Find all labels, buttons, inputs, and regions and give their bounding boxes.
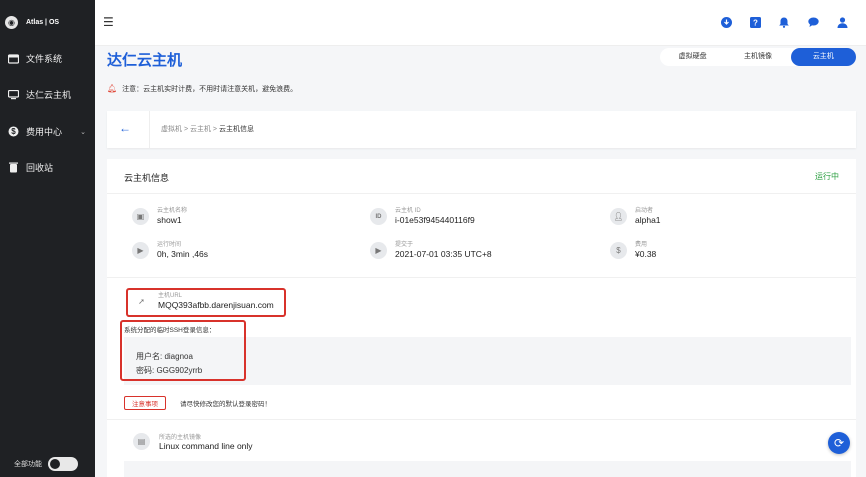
folder-icon (8, 53, 19, 64)
id-icon: ID (370, 208, 387, 225)
chevron-down-icon: ⌄ (80, 128, 86, 136)
sidebar-item-label: 达仁云主机 (26, 90, 72, 100)
help-icon[interactable]: ? (749, 16, 761, 28)
field-label: 提交于 (395, 242, 414, 248)
field-value: show1 (157, 215, 182, 225)
image-icon: ▣ (132, 208, 149, 225)
field-host-name: ▣ 云主机名称 show1 (132, 207, 187, 226)
sidebar-item-label: 文件系统 (26, 54, 63, 64)
user-icon: 👤︎ (610, 208, 627, 225)
tab-cloud-host[interactable]: 云主机 (790, 48, 856, 66)
atlas-logo-icon: ◉ (5, 16, 18, 29)
tab-host-image[interactable]: 主机镜像 (725, 48, 790, 66)
card-title: 云主机信息 (124, 173, 170, 183)
field-value: Linux command line only (159, 441, 253, 451)
field-cost: $ 费用 ¥0.38 (610, 241, 656, 260)
monitor-icon (8, 89, 19, 100)
field-label: 云主机 ID (395, 208, 421, 214)
url-highlight-box (126, 288, 286, 317)
notice-button[interactable]: 注意事项 (124, 396, 166, 410)
field-host-image: ▤ 所选的主机镜像 Linux command line only (133, 432, 253, 451)
svg-text:?: ? (753, 18, 758, 27)
image-detail-box (124, 461, 851, 477)
field-value: alpha1 (635, 215, 661, 225)
all-features-toggle[interactable] (48, 457, 78, 471)
breadcrumb-vm[interactable]: 虚拟机 (161, 126, 182, 133)
divider (107, 419, 856, 420)
field-label: 运行时间 (157, 242, 182, 248)
refresh-icon[interactable]: ⟳ (828, 432, 850, 454)
svg-text:$: $ (11, 127, 16, 136)
host-info-card: 云主机信息 运行中 ▣ 云主机名称 show1 ID 云主机 ID i-01e5… (107, 159, 856, 477)
sidebar-item-cloud-host[interactable]: 达仁云主机 (8, 88, 90, 101)
field-host-id: ID 云主机 ID i-01e53f945440116f9 (370, 207, 475, 226)
divider (107, 193, 856, 194)
bell-icon[interactable] (778, 16, 790, 28)
sidebar-item-label: 回收站 (26, 163, 54, 173)
sidebar-item-billing[interactable]: $ 费用中心 ⌄ (8, 125, 90, 138)
sidebar: ◉ Atlas | OS 文件系统 达仁云主机 $ 费用中心 ⌄ 回收站 全部功… (0, 0, 95, 477)
sidebar-item-recycle-bin[interactable]: 回收站 (8, 161, 90, 174)
main-content: 达仁云主机 虚拟硬盘 主机镜像 云主机 🔔︎ 注意：云主机实时计费，不用时请注意… (95, 46, 866, 477)
field-label: 费用 (635, 242, 648, 248)
field-label: 所选的主机镜像 (159, 435, 202, 441)
user-icon[interactable] (836, 16, 848, 28)
field-launcher: 👤︎ 启动者 alpha1 (610, 207, 661, 226)
all-features-toggle-row: 全部功能 (14, 457, 78, 471)
chat-icon[interactable] (807, 16, 819, 28)
trash-icon (8, 162, 19, 173)
brand-name: Atlas | OS (26, 19, 60, 26)
status-badge: 运行中 (815, 172, 839, 181)
brand[interactable]: ◉ Atlas | OS (5, 16, 59, 29)
field-value: ¥0.38 (635, 249, 657, 259)
tab-virtual-disk[interactable]: 虚拟硬盘 (660, 48, 725, 66)
breadcrumb-host[interactable]: 云主机 (190, 126, 211, 133)
dollar-icon: $ (8, 126, 19, 137)
field-submitted: ▶ 提交于 2021-07-01 03:35 UTC+8 (370, 241, 492, 260)
dollar-icon: $ (610, 242, 627, 259)
warning-bell-icon: 🔔︎ (107, 84, 118, 93)
field-value: 2021-07-01 03:35 UTC+8 (395, 249, 492, 259)
view-tabs: 虚拟硬盘 主机镜像 云主机 (660, 48, 856, 66)
top-bar: ☰ ? (95, 0, 866, 46)
billing-notice: 🔔︎ 注意：云主机实时计费，不用时请注意关机，避免浪费。 (107, 82, 863, 95)
ssh-highlight-box (120, 320, 246, 381)
play-icon: ▶ (370, 242, 387, 259)
sidebar-item-label: 费用中心 (26, 127, 63, 137)
breadcrumb-current: 云主机信息 (218, 126, 254, 133)
page-title: 达仁云主机 (107, 52, 183, 69)
divider (149, 111, 150, 148)
field-value: i-01e53f945440116f9 (395, 215, 475, 225)
field-label: 启动者 (635, 208, 654, 214)
file-icon: ▤ (133, 433, 150, 450)
password-tip: 请尽快修改您的默认登录密码！ (180, 401, 271, 408)
field-runtime: ▶ 运行时间 0h, 3min ,46s (132, 241, 208, 260)
divider (107, 277, 856, 278)
menu-icon[interactable]: ☰ (103, 15, 114, 29)
sidebar-item-filesystem[interactable]: 文件系统 (8, 52, 90, 65)
field-label: 云主机名称 (157, 208, 188, 214)
field-value: 0h, 3min ,46s (157, 249, 209, 259)
play-icon: ▶ (132, 242, 149, 259)
toggle-label: 全部功能 (14, 461, 42, 468)
notice-text: 注意：云主机实时计费，不用时请注意关机，避免浪费。 (122, 85, 298, 93)
breadcrumb: 虚拟机 > 云主机 > 云主机信息 (161, 126, 254, 133)
back-arrow-icon[interactable]: ← (119, 121, 131, 135)
breadcrumb-bar: ← 虚拟机 > 云主机 > 云主机信息 (107, 111, 856, 148)
download-icon[interactable] (720, 16, 732, 28)
